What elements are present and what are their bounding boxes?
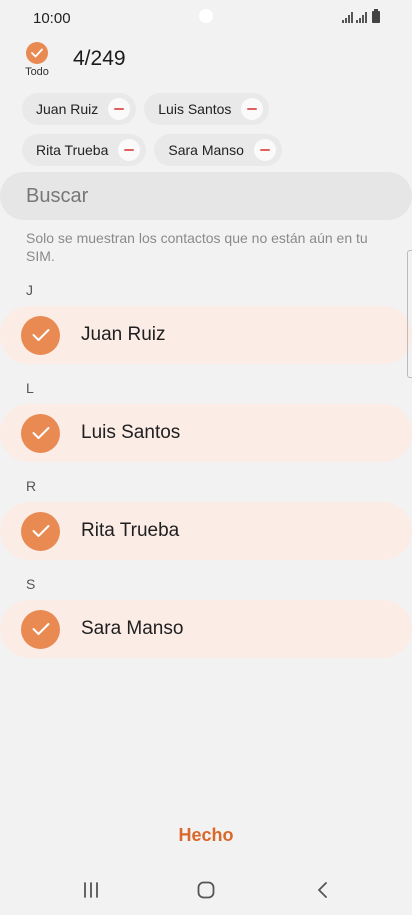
contact-name: Luis Santos — [81, 422, 181, 443]
selected-chip: Juan Ruiz — [22, 93, 137, 125]
contact-row[interactable]: Sara Manso — [0, 600, 412, 658]
selected-count: 4/249 — [73, 47, 126, 70]
scrollbar[interactable] — [407, 250, 412, 378]
status-icons — [342, 9, 380, 23]
selected-chip: Sara Manso — [154, 134, 282, 166]
back-icon[interactable] — [292, 868, 352, 912]
signal-icon-2 — [356, 12, 367, 23]
contact-row[interactable]: Luis Santos — [0, 404, 412, 462]
selected-chips: Juan Ruiz Luis Santos Rita Trueba Sara M… — [22, 93, 392, 175]
check-icon — [21, 511, 60, 551]
minus-icon[interactable] — [118, 139, 141, 161]
minus-icon[interactable] — [108, 98, 131, 120]
contact-row[interactable]: Juan Ruiz — [0, 306, 412, 364]
chip-label: Rita Trueba — [36, 142, 109, 158]
check-icon — [26, 42, 48, 64]
contact-name: Rita Trueba — [81, 520, 180, 541]
section-header: J — [26, 282, 33, 298]
info-text: Solo se muestran los contactos que no es… — [26, 230, 368, 264]
chip-label: Juan Ruiz — [36, 101, 99, 117]
check-icon — [21, 315, 60, 355]
minus-icon[interactable] — [253, 139, 276, 161]
chip-label: Luis Santos — [158, 101, 232, 117]
section-header: R — [26, 478, 37, 494]
navigation-bar — [0, 868, 412, 912]
signal-icon — [342, 12, 353, 23]
select-all-label: Todo — [25, 66, 49, 78]
battery-icon — [372, 9, 380, 23]
contact-row[interactable]: Rita Trueba — [0, 502, 412, 560]
status-time: 10:00 — [33, 10, 71, 27]
front-camera — [199, 9, 213, 23]
section-header: S — [26, 576, 36, 592]
done-button[interactable]: Hecho — [0, 820, 412, 850]
minus-icon[interactable] — [241, 98, 264, 120]
selected-chip: Luis Santos — [144, 93, 270, 125]
selected-chip: Rita Trueba — [22, 134, 147, 166]
check-icon — [21, 609, 60, 649]
home-icon[interactable] — [176, 868, 236, 912]
recent-apps-icon[interactable] — [61, 868, 121, 912]
search-input[interactable]: Buscar — [0, 172, 412, 220]
contact-name: Sara Manso — [81, 618, 184, 639]
check-icon — [21, 413, 60, 453]
status-bar: 10:00 — [0, 0, 412, 36]
contact-name: Juan Ruiz — [81, 324, 166, 345]
contact-list: J Juan Ruiz L Luis Santos R Rita Trueba … — [0, 280, 412, 664]
select-all-toggle[interactable]: Todo — [22, 42, 52, 78]
chip-label: Sara Manso — [168, 142, 244, 158]
section-header: L — [26, 380, 34, 396]
